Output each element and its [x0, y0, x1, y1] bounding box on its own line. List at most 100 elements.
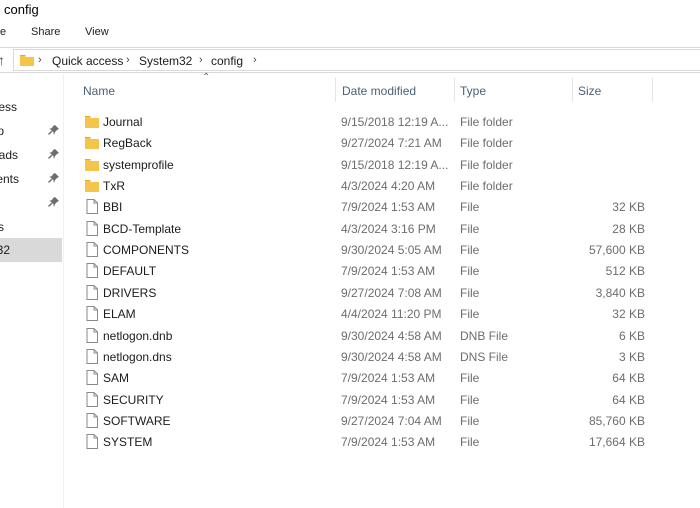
file-name: SECURITY: [103, 392, 164, 407]
file-type: File: [460, 264, 480, 279]
column-header-type[interactable]: Type: [454, 74, 572, 106]
column-header-size[interactable]: Size: [572, 74, 652, 106]
nav-item-system32[interactable]: 32: [0, 238, 62, 262]
pin-icon: [48, 149, 59, 159]
file-name: ELAM: [103, 307, 136, 322]
window-title: config: [4, 2, 39, 17]
file-date-modified: 4/3/2024 4:20 AM: [341, 179, 436, 194]
pin-icon: [48, 125, 59, 135]
file-list: ⌃ Name Date modified Type Size Journal 9/…: [72, 72, 700, 508]
chevron-right-icon[interactable]: ›: [38, 54, 42, 66]
tab-share[interactable]: Share: [31, 26, 60, 38]
breadcrumb-config[interactable]: config: [211, 54, 243, 68]
file-type: File folder: [460, 179, 513, 194]
file-row[interactable]: ELAM 4/4/2024 11:20 PM File 32 KB: [77, 303, 652, 324]
file-icon: [85, 284, 99, 300]
file-icon: [85, 220, 99, 236]
file-name: DRIVERS: [103, 285, 157, 300]
file-date-modified: 7/9/2024 1:53 AM: [341, 435, 436, 450]
file-icon: [85, 199, 99, 215]
file-type: File folder: [460, 136, 513, 151]
file-name: systemprofile: [103, 157, 174, 172]
nav-item-this-pc[interactable]: s: [0, 216, 62, 238]
title-bar: config: [0, 0, 700, 20]
address-bar: ↑ › Quick access › System32 › config ›: [0, 47, 700, 73]
folder-icon: [85, 178, 99, 193]
column-header-date-modified[interactable]: Date modified: [336, 74, 454, 106]
folder-icon: [85, 157, 99, 172]
nav-item-downloads[interactable]: ads: [0, 144, 62, 166]
nav-item-pictures[interactable]: [0, 192, 62, 214]
file-date-modified: 7/9/2024 1:53 AM: [341, 264, 436, 279]
pin-icon: [48, 173, 59, 183]
file-type: DNS File: [460, 349, 509, 364]
file-type: File folder: [460, 115, 513, 129]
file-date-modified: 9/27/2024 7:21 AM: [341, 136, 442, 151]
file-icon: [85, 434, 99, 450]
ribbon: e Share View: [0, 20, 700, 44]
file-row[interactable]: SAM 7/9/2024 1:53 AM File 64 KB: [77, 367, 652, 388]
breadcrumb-system32[interactable]: System32: [139, 54, 192, 68]
file-row[interactable]: COMPONENTS 9/30/2024 5:05 AM File 57,600 KB: [77, 239, 652, 260]
folder-icon: [85, 135, 99, 150]
file-type: File: [460, 371, 480, 386]
tab-view[interactable]: View: [85, 26, 109, 38]
nav-item-label: ess: [0, 100, 17, 114]
file-row[interactable]: TxR 4/3/2024 4:20 AM File folder: [77, 175, 652, 196]
file-date-modified: 9/15/2018 12:19 A...: [341, 115, 449, 129]
file-icon: [85, 263, 99, 279]
file-date-modified: 9/15/2018 12:19 A...: [341, 157, 449, 172]
navigation-pane: ess p ads ents s 32: [0, 74, 64, 508]
file-date-modified: 7/9/2024 1:53 AM: [341, 371, 436, 386]
file-size: 57,600 KB: [588, 243, 645, 258]
file-row[interactable]: SYSTEM 7/9/2024 1:53 AM File 17,664 KB: [77, 431, 652, 452]
file-type: DNB File: [460, 328, 509, 343]
file-name: SOFTWARE: [103, 413, 171, 428]
address-box[interactable]: › Quick access › System32 › config ›: [13, 49, 700, 71]
file-date-modified: 7/9/2024 1:53 AM: [341, 200, 436, 215]
file-date-modified: 7/9/2024 1:53 AM: [341, 392, 436, 407]
file-name: COMPONENTS: [103, 243, 190, 258]
file-date-modified: 9/30/2024 5:05 AM: [341, 243, 442, 258]
column-header-row: ⌃ Name Date modified Type Size: [72, 72, 700, 106]
file-row[interactable]: BBI 7/9/2024 1:53 AM File 32 KB: [77, 196, 652, 217]
tab-home[interactable]: e: [0, 26, 6, 38]
folder-icon: [85, 114, 99, 129]
file-row[interactable]: netlogon.dns 9/30/2024 4:58 AM DNS File 3 K…: [77, 346, 652, 367]
file-row[interactable]: SECURITY 7/9/2024 1:53 AM File 64 KB: [77, 389, 652, 410]
nav-item-documents[interactable]: ents: [0, 168, 62, 190]
file-date-modified: 4/3/2024 3:16 PM: [341, 221, 436, 236]
file-size: 64 KB: [612, 392, 645, 407]
up-arrow-icon[interactable]: ↑: [0, 52, 5, 68]
file-date-modified: 9/30/2024 4:58 AM: [341, 349, 442, 364]
pin-icon: [48, 197, 59, 207]
file-row[interactable]: Journal 9/15/2018 12:19 A... File folder: [77, 111, 652, 132]
file-type: File: [460, 392, 480, 407]
chevron-right-icon[interactable]: ›: [253, 54, 257, 66]
file-name: RegBack: [103, 136, 152, 151]
file-size: 3,840 KB: [595, 285, 645, 300]
file-name: Journal: [103, 115, 143, 129]
column-header-name[interactable]: Name: [77, 74, 335, 106]
chevron-right-icon[interactable]: ›: [199, 54, 203, 66]
file-row[interactable]: DRIVERS 9/27/2024 7:08 AM File 3,840 KB: [77, 282, 652, 303]
file-row[interactable]: SOFTWARE 9/27/2024 7:04 AM File 85,760 KB: [77, 410, 652, 431]
file-row[interactable]: DEFAULT 7/9/2024 1:53 AM File 512 KB: [77, 260, 652, 281]
file-date-modified: 9/27/2024 7:08 AM: [341, 285, 442, 300]
file-name: netlogon.dnb: [103, 328, 173, 343]
file-name: BCD-Template: [103, 221, 182, 236]
file-icon: [85, 242, 99, 258]
file-type: File folder: [460, 157, 513, 172]
file-row[interactable]: BCD-Template 4/3/2024 3:16 PM File 28 KB: [77, 218, 652, 239]
file-row[interactable]: systemprofile 9/15/2018 12:19 A... File fo…: [77, 154, 652, 175]
breadcrumb-quick-access[interactable]: Quick access: [52, 54, 123, 68]
nav-item-desktop[interactable]: p: [0, 120, 62, 142]
file-date-modified: 9/30/2024 4:58 AM: [341, 328, 442, 343]
nav-item-quick-access[interactable]: ess: [0, 96, 62, 118]
chevron-right-icon[interactable]: ›: [126, 54, 130, 66]
file-size: 32 KB: [612, 200, 645, 215]
file-size: 512 KB: [605, 264, 645, 279]
file-row[interactable]: netlogon.dnb 9/30/2024 4:58 AM DNB File 6 K…: [77, 325, 652, 346]
column-divider[interactable]: [652, 78, 653, 102]
file-row[interactable]: RegBack 9/27/2024 7:21 AM File folder: [77, 132, 652, 153]
